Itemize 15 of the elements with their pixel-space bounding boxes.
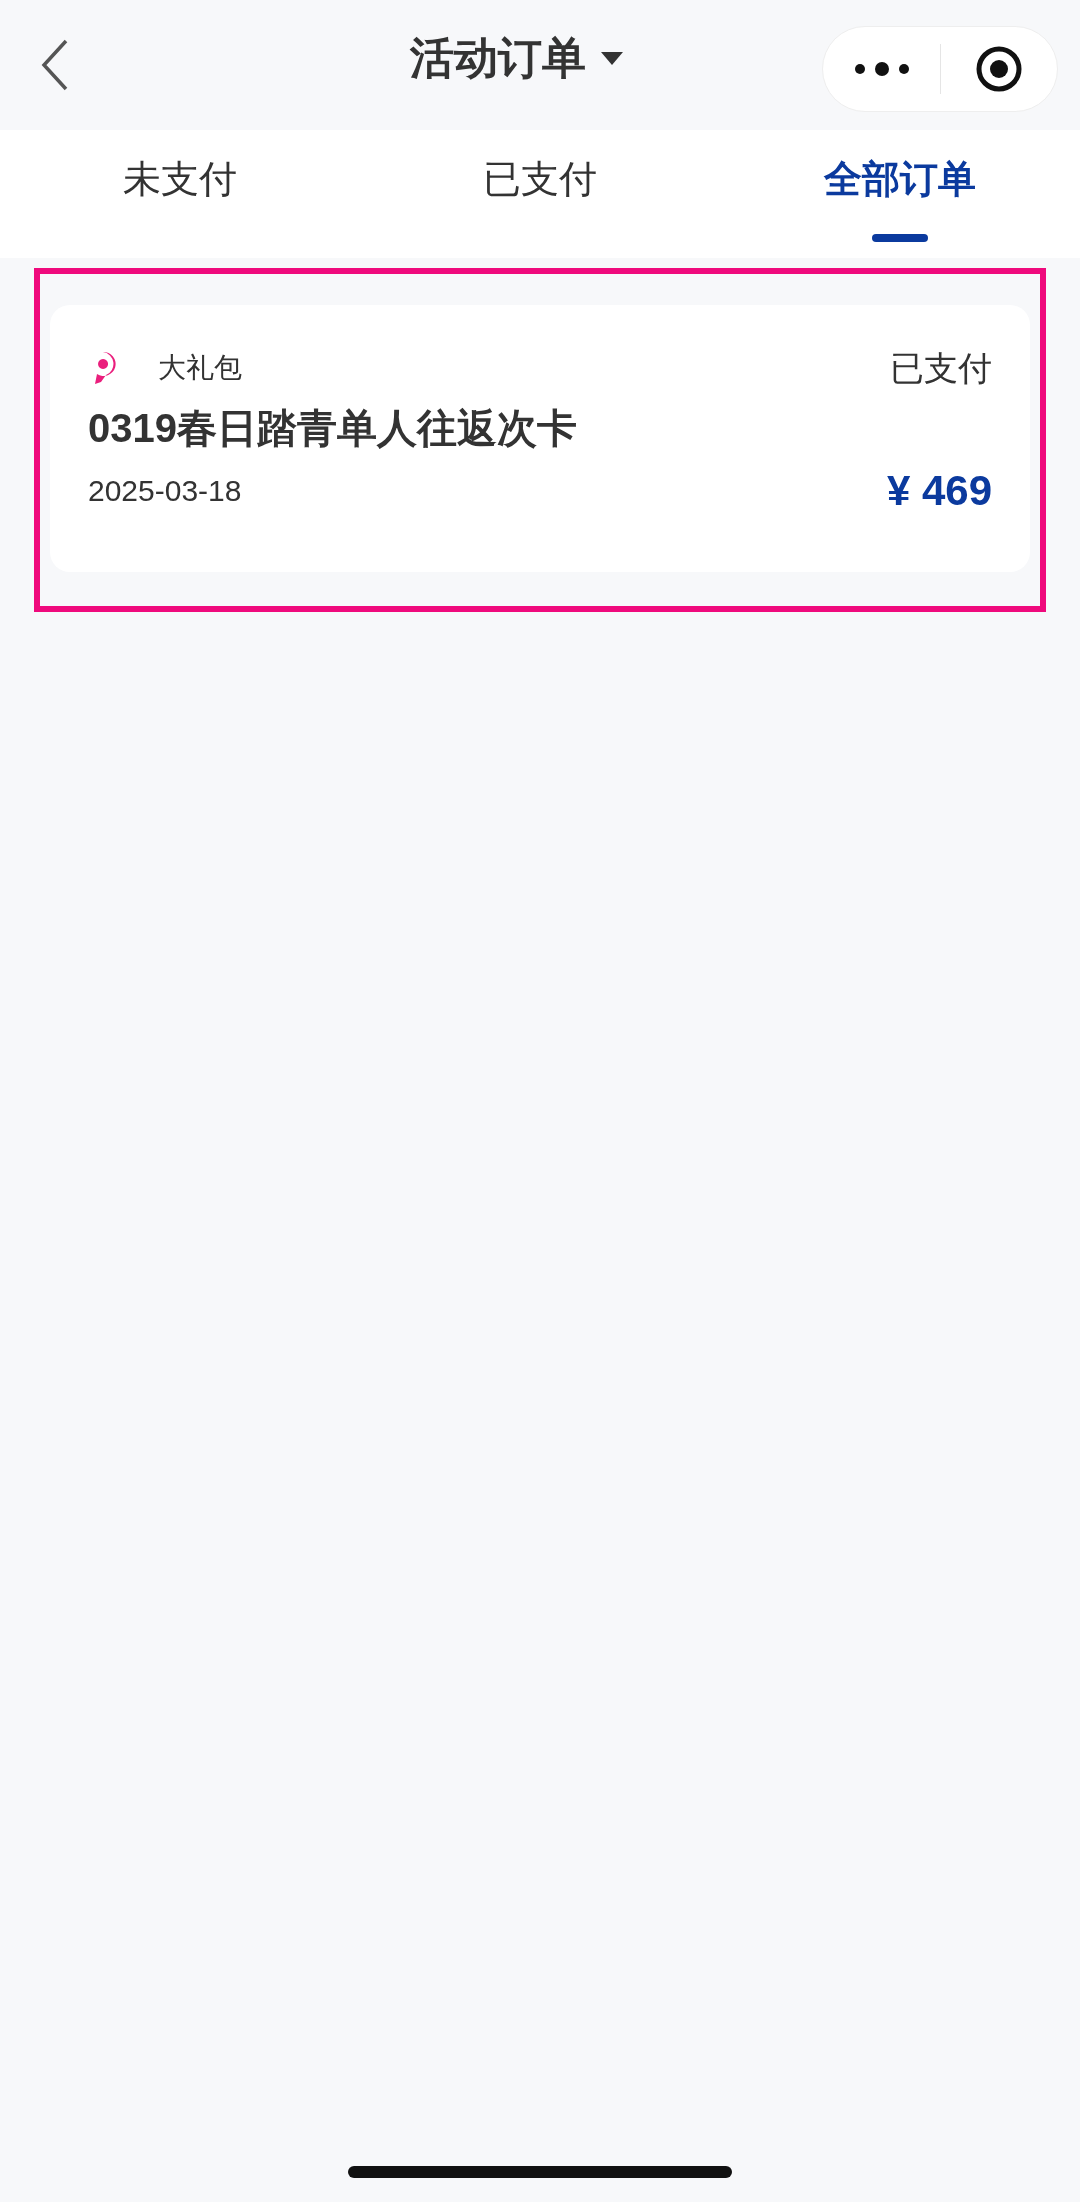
caret-icon	[600, 50, 624, 66]
tab[interactable]: 已支付	[483, 130, 597, 258]
order-title: 0319春日踏青单人往返次卡	[88, 405, 578, 452]
title-dropdown[interactable]: 活动订单	[410, 36, 624, 80]
order-card[interactable]: 大礼包 已支付 0319春日踏青单人往返次卡 2025-03-18 ¥ 469	[50, 305, 1030, 572]
target-icon	[975, 45, 1023, 93]
tab[interactable]: 全部订单	[824, 130, 976, 258]
order-date: 2025-03-18	[88, 473, 242, 509]
order-price: ¥ 469	[886, 466, 992, 516]
order-status: 已支付	[890, 347, 992, 389]
tab-underline	[872, 234, 928, 242]
back-icon	[40, 37, 70, 93]
more-icon	[853, 61, 910, 77]
category-label: 大礼包	[158, 351, 242, 385]
tab[interactable]: 未支付	[123, 130, 237, 258]
